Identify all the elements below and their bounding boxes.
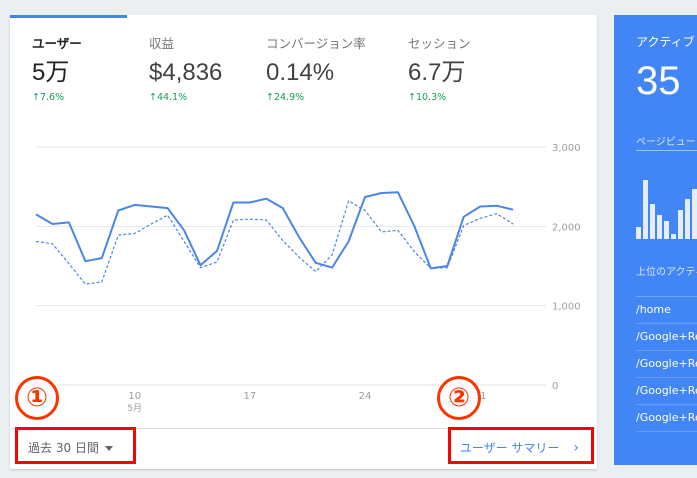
up-arrow-icon: ↑ (408, 92, 416, 103)
metric-change: ↑44.1% (149, 92, 188, 103)
metric-label: ユーザー (32, 36, 82, 51)
users-line-chart: 3,0002,0001,0000105月172431 (35, 143, 581, 414)
pageviews-bar (643, 180, 648, 239)
realtime-active-users: 35 (636, 59, 681, 103)
pageviews-bar (636, 227, 641, 239)
realtime-card[interactable]: アクティブ 35 ページビュー 上位のアクティブ /home /Google+R… (614, 15, 697, 465)
metric-value: 0.14% (266, 59, 335, 86)
x-tick-sublabel: 5月 (127, 403, 142, 414)
pageviews-bar (678, 210, 683, 239)
list-item[interactable]: /Google+Re (636, 351, 697, 378)
metric-change: ↑24.9% (266, 92, 305, 103)
y-tick-label: 0 (552, 381, 558, 392)
annotation-badge-1: ① (15, 376, 59, 420)
series-line-current (35, 191, 514, 270)
metric-change: ↑7.6% (32, 92, 65, 103)
x-tick-label: 17 (244, 391, 257, 402)
pageviews-bar (685, 199, 690, 239)
pageviews-bar (650, 204, 655, 239)
top-pages-list: /home /Google+Re /Google+Re /Google+Re /… (636, 297, 697, 432)
highlight-box-user-summary (448, 427, 594, 464)
pageviews-bar-chart (636, 175, 697, 239)
metric-value: $4,836 (149, 59, 223, 86)
pageviews-bar (671, 234, 676, 239)
metric-label: セッション (408, 36, 471, 51)
list-item[interactable]: /Google+Re (636, 324, 697, 351)
x-tick-label: 24 (359, 391, 372, 402)
x-tick-label: 10 (128, 391, 141, 402)
metric-change: ↑10.3% (408, 92, 447, 103)
list-item[interactable]: /Google+Re (636, 378, 697, 405)
list-item[interactable]: /Google+Re (636, 405, 697, 432)
divider (636, 150, 697, 151)
list-item[interactable]: /home (636, 297, 697, 324)
realtime-title: アクティブ (636, 35, 695, 49)
metric-tab-users[interactable]: ユーザー 5万 ↑7.6% (32, 33, 82, 103)
highlight-box-date-range (15, 427, 136, 464)
metric-value: 6.7万 (408, 59, 466, 86)
annotation-badge-2: ② (437, 376, 481, 420)
pageviews-label: ページビュー (636, 137, 696, 148)
up-arrow-icon: ↑ (266, 92, 274, 103)
metric-tab-sessions[interactable]: セッション 6.7万 ↑10.3% (408, 33, 471, 103)
metric-value: 5万 (32, 59, 70, 86)
metric-tab-revenue[interactable]: 収益 $4,836 ↑44.1% (149, 33, 222, 103)
pageviews-bar (692, 189, 697, 239)
up-arrow-icon: ↑ (149, 92, 157, 103)
metric-label: 収益 (149, 36, 175, 51)
overview-card: ユーザー 5万 ↑7.6% 収益 $4,836 ↑44.1% コンバージョン率 … (10, 15, 597, 469)
active-tab-indicator (10, 15, 127, 18)
pageviews-bar (657, 215, 662, 239)
y-tick-label: 3,000 (552, 143, 581, 154)
metric-label: コンバージョン率 (266, 36, 366, 51)
y-tick-label: 2,000 (552, 222, 581, 233)
y-tick-label: 1,000 (552, 302, 581, 313)
metric-tab-conversion-rate[interactable]: コンバージョン率 0.14% ↑24.9% (266, 33, 366, 103)
top-pages-label: 上位のアクティブ (636, 267, 697, 278)
up-arrow-icon: ↑ (32, 92, 40, 103)
pageviews-bar (664, 221, 669, 239)
